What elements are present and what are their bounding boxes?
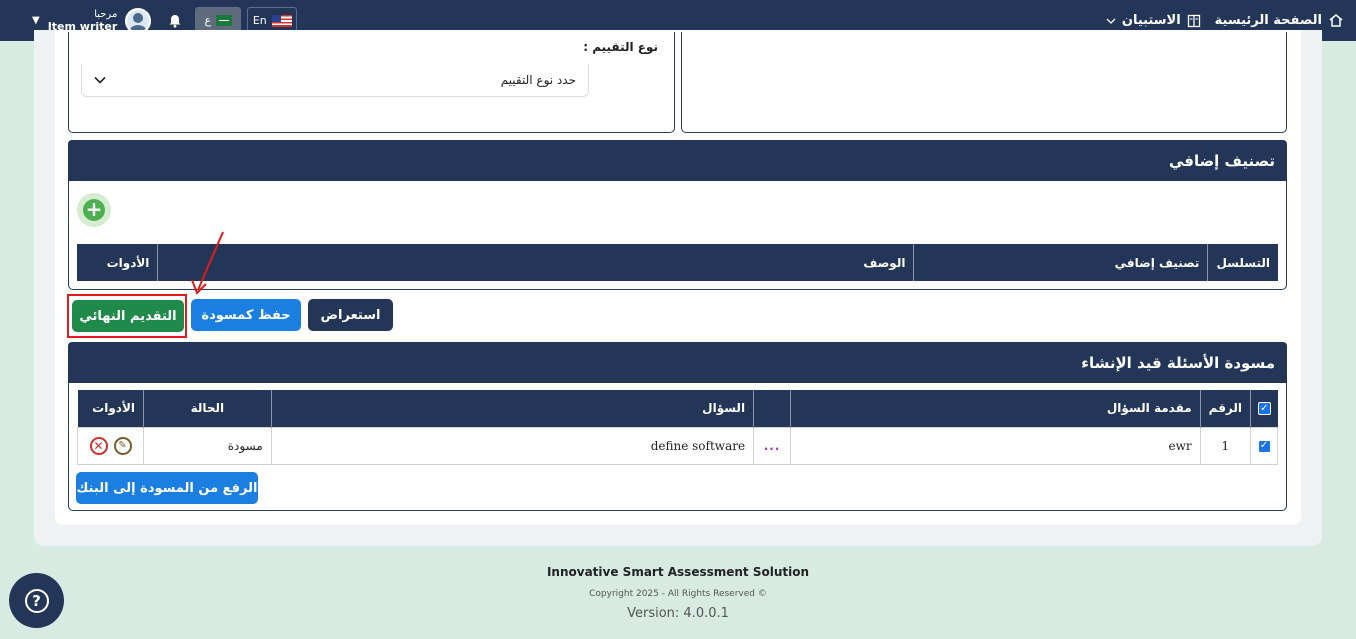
question-mark-icon: ? bbox=[24, 588, 49, 613]
home-icon bbox=[1329, 14, 1343, 27]
edit-icon[interactable]: ✎ bbox=[113, 436, 132, 455]
footer-title: Innovative Smart Assessment Solution bbox=[546, 565, 810, 579]
row-intro: ewr bbox=[790, 426, 1201, 465]
delete-icon[interactable]: ✕ bbox=[89, 436, 108, 455]
row-tools: ✕ ✎ bbox=[76, 426, 145, 465]
select-all-cell: ✓ bbox=[1250, 390, 1278, 427]
final-submit-button[interactable]: التقديم النهائي bbox=[72, 300, 184, 332]
user-greeting: مرحبا bbox=[94, 8, 118, 20]
extra-classification-table: التسلسل تصنيف إضافي الوصف الأدوات bbox=[77, 244, 1278, 281]
lang-ar-label: ع bbox=[204, 14, 212, 27]
row-number: 1 bbox=[1199, 426, 1252, 465]
row-status: مسودة bbox=[143, 426, 272, 465]
add-classification-button[interactable]: + bbox=[77, 193, 111, 227]
row-question: define software bbox=[270, 426, 755, 465]
plus-icon: + bbox=[83, 199, 105, 221]
extra-classification-title: تصنيف إضافي bbox=[1168, 151, 1275, 170]
col-extra-classification: تصنيف إضافي bbox=[913, 244, 1208, 281]
table-row: ✓ 1 ewr ... define software مسودة ✕ ✎ bbox=[76, 426, 1278, 465]
evaluation-type-value: حدد نوع التقييم bbox=[500, 73, 576, 87]
user-info[interactable]: مرحبا Item writer bbox=[48, 9, 118, 33]
col-status: الحالة bbox=[143, 390, 272, 427]
row-checkbox[interactable]: ✓ bbox=[1257, 439, 1271, 453]
select-all-checkbox[interactable]: ✓ bbox=[1257, 402, 1271, 416]
col-sequence: التسلسل bbox=[1207, 244, 1278, 281]
col-tools: الأدوات bbox=[77, 244, 158, 281]
evaluation-type-select[interactable]: حدد نوع التقييم bbox=[81, 64, 589, 97]
chevron-down-icon bbox=[1106, 18, 1116, 24]
survey-icon bbox=[1187, 14, 1200, 27]
chevron-down-icon bbox=[94, 76, 106, 84]
save-draft-button[interactable]: حفظ كمسودة bbox=[191, 299, 301, 331]
red-arrow-annotation bbox=[191, 231, 224, 295]
col-more bbox=[753, 390, 791, 427]
bell-icon[interactable] bbox=[167, 13, 183, 29]
home-label: الصفحة الرئيسية bbox=[1214, 13, 1322, 28]
upload-to-bank-button[interactable]: الرفع من المسودة إلى البنك bbox=[76, 472, 258, 504]
info-panel bbox=[681, 32, 1287, 133]
row-select-cell: ✓ bbox=[1250, 426, 1278, 465]
more-options-icon[interactable]: ... bbox=[764, 439, 781, 453]
drafts-table: ✓ الرقم مقدمة السؤال السؤال الحالة الأدو… bbox=[76, 390, 1278, 465]
help-button[interactable]: ? bbox=[9, 573, 64, 628]
col-description: الوصف bbox=[157, 244, 914, 281]
col-question: السؤال bbox=[270, 390, 754, 427]
extra-classification-header: تصنيف إضافي bbox=[68, 140, 1287, 181]
survey-label: الاستبيان bbox=[1121, 13, 1181, 28]
us-flag-icon bbox=[271, 14, 292, 27]
evaluation-type-panel: نوع التقييم : حدد نوع التقييم bbox=[68, 32, 675, 133]
saudi-flag-icon bbox=[216, 15, 233, 26]
col-question-intro: مقدمة السؤال bbox=[790, 390, 1201, 427]
lang-en-label: En bbox=[252, 14, 267, 27]
row-more-cell: ... bbox=[753, 426, 792, 465]
col-tools: الأدوات bbox=[77, 390, 144, 427]
footer-copyright: Copyright 2025 - All Rights Reserved © bbox=[589, 589, 767, 599]
survey-menu[interactable]: الاستبيان bbox=[1106, 13, 1201, 28]
drafts-header: مسودة الأسئلة قيد الإنشاء bbox=[68, 342, 1287, 383]
home-link[interactable]: الصفحة الرئيسية bbox=[1215, 13, 1344, 28]
preview-button[interactable]: استعراض bbox=[308, 299, 393, 331]
drafts-title: مسودة الأسئلة قيد الإنشاء bbox=[1081, 353, 1275, 372]
col-number: الرقم bbox=[1199, 390, 1251, 427]
evaluation-type-label: نوع التقييم : bbox=[583, 40, 658, 54]
user-menu-caret-icon[interactable]: ▼ bbox=[32, 15, 40, 26]
footer-version: Version: 4.0.0.1 bbox=[627, 606, 729, 621]
